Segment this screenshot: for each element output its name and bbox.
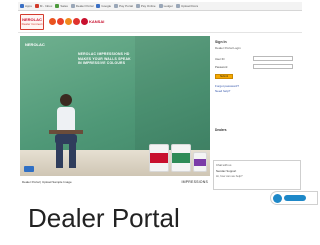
page-icon — [158, 4, 163, 8]
username-label: User ID — [215, 56, 225, 61]
password-row: Password — [215, 64, 293, 69]
bookmark-item[interactable]: Upload Docs — [175, 4, 199, 8]
page-icon — [175, 4, 180, 8]
forgot-password-link[interactable]: Forgot password? — [215, 84, 239, 88]
logo-dot-icon — [73, 18, 80, 25]
login-subtitle: Dealer Portal Login — [215, 46, 241, 50]
bookmark-label: Sales — [60, 4, 68, 8]
password-input[interactable] — [253, 64, 293, 69]
person-illustration — [49, 94, 83, 168]
bookmark-label: Pay Portal — [119, 4, 133, 8]
bookmark-label: Upload Docs — [180, 4, 199, 8]
partner-logo-dots — [49, 18, 88, 25]
bookmark-item[interactable]: Dealer Portal — [70, 4, 94, 8]
bookmark-label: Dealer Portal — [75, 4, 94, 8]
username-row: User ID — [215, 56, 293, 61]
password-label: Password — [215, 64, 228, 69]
chat-widget-button[interactable] — [270, 191, 318, 205]
site-header: NEROLAC Dealer Connect KANSAI — [18, 11, 302, 33]
hero-headline-line: IN IMPRESSIVE COLOURS — [78, 61, 126, 66]
bookmark-item[interactable]: Pay Online — [135, 4, 156, 8]
bookmark-item[interactable]: Sales — [55, 4, 68, 8]
chat-popup-title: Nerolac Support — [216, 169, 237, 173]
logo-dot-icon — [49, 18, 56, 25]
bookmark-item[interactable]: Pay Portal — [114, 4, 133, 8]
username-input[interactable] — [253, 56, 293, 61]
bookmark-label: Google — [101, 4, 112, 8]
chat-pill-icon — [284, 195, 306, 201]
page-icon — [55, 4, 60, 8]
hero-caption[interactable]: Dealer Portal | Upload Sample Image — [22, 180, 72, 184]
page-icon — [70, 4, 75, 8]
bookmark-label: Ledger — [163, 4, 173, 8]
brand-badge-icon — [24, 166, 34, 172]
chat-popup-message: Hi, how can we help? — [216, 174, 243, 178]
paint-can — [171, 144, 191, 172]
page-icon — [114, 4, 119, 8]
google-icon — [96, 4, 101, 8]
submit-button[interactable]: Submit — [215, 74, 233, 79]
page-icon — [135, 4, 140, 8]
bookmark-label: Pay Online — [140, 4, 156, 8]
help-link[interactable]: Need help? — [215, 89, 230, 93]
apps-icon — [20, 4, 24, 8]
bookmark-label: M - Inbox — [39, 4, 53, 8]
bookmark-item[interactable]: Ledger — [158, 4, 173, 8]
hero-caption-bar: Dealer Portal | Upload Sample Image IMPR… — [20, 177, 210, 187]
bookmark-label: Apps — [25, 4, 32, 8]
bookmark-item[interactable]: Google — [96, 4, 111, 8]
brand-logo[interactable]: NEROLAC Dealer Connect — [20, 13, 44, 30]
paint-cans — [149, 144, 207, 172]
bookmark-item[interactable]: Apps — [20, 4, 32, 8]
paint-can — [149, 144, 169, 172]
logo-dot-icon — [81, 18, 88, 25]
chat-popup-header: Chat with us — [216, 163, 232, 167]
chat-bubble-icon — [273, 193, 282, 203]
partner-logo-text: KANSAI — [89, 19, 105, 24]
hero-banner[interactable]: NEROLAC NEROLAC IMPRESSIONS HD MAKES YOU… — [20, 36, 210, 176]
hero-logo: NEROLAC — [25, 42, 45, 47]
chat-popup[interactable]: Chat with us Nerolac Support Hi, how can… — [213, 160, 301, 190]
bookmarks-bar: Apps M - Inbox Sales Dealer Portal Googl… — [18, 2, 302, 11]
brand-logo-bottom: Dealer Connect — [21, 22, 43, 26]
impressions-wordmark: IMPRESSIONS — [181, 180, 208, 184]
login-title: Sign In — [215, 40, 227, 44]
section-heading: Dealers — [215, 128, 227, 132]
logo-dot-icon — [57, 18, 64, 25]
mail-icon — [34, 4, 39, 8]
hero-headline: NEROLAC IMPRESSIONS HD MAKES YOUR WALLS … — [78, 52, 153, 66]
page-title: Dealer Portal — [28, 203, 180, 233]
bookmark-item[interactable]: M - Inbox — [34, 4, 53, 8]
login-panel: Sign In Dealer Portal Login User ID Pass… — [213, 36, 301, 176]
paint-can — [193, 152, 207, 172]
logo-dot-icon — [65, 18, 72, 25]
